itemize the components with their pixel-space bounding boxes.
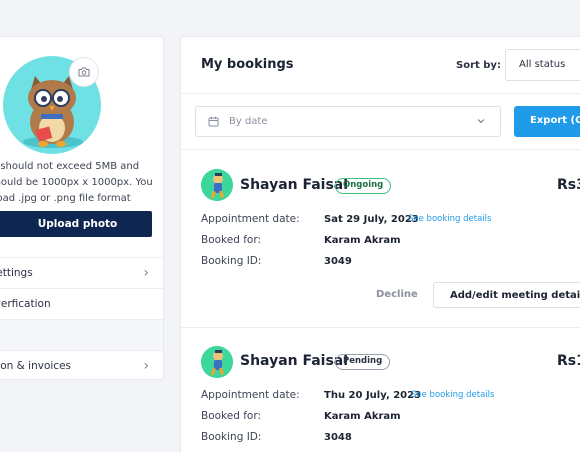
profile-menu: e settings › ty verfication ngs action &… [0, 257, 163, 379]
booking-id-label: Booking ID: [201, 255, 262, 267]
sort-label: Sort by: [456, 60, 501, 71]
page-title: My bookings [201, 57, 294, 72]
hint-line: oto should not exceed 5MB and [0, 161, 140, 172]
see-booking-details-link[interactable]: See booking details [411, 390, 494, 400]
chevron-down-icon [476, 116, 486, 126]
booked-for-label: Booked for: [201, 234, 262, 246]
booking-id-value: 3049 [324, 256, 352, 267]
date-filter-input[interactable]: By date [195, 106, 501, 137]
change-photo-button[interactable] [69, 57, 99, 87]
booking-card: Shayan Faisal Ongoing Rs3 Appointment da… [181, 149, 580, 327]
booking-id-value: 3048 [324, 432, 352, 443]
appointment-date-value: Thu 20 July, 2023 [324, 390, 422, 401]
booked-for-value: Karam Akram [324, 411, 401, 422]
status-badge: Ongoing [335, 178, 392, 194]
date-filter-placeholder: By date [229, 116, 268, 127]
bookings-panel: My bookings Sort by: All status By date … [180, 36, 580, 452]
menu-item-transactions[interactable]: action & invoices › [0, 350, 163, 379]
appointment-date-label: Appointment date: [201, 213, 300, 225]
appointment-date-value: Sat 29 July, 2023 [324, 214, 419, 225]
divider [181, 93, 580, 94]
appointment-date-label: Appointment date: [201, 389, 300, 401]
booking-id-label: Booking ID: [201, 431, 262, 443]
calendar-icon [208, 116, 219, 127]
menu-item-verification[interactable]: ty verfication [0, 288, 163, 319]
booking-price: Rs3 [557, 177, 580, 193]
add-edit-meeting-button[interactable]: Add/edit meeting details + [433, 282, 580, 308]
upload-photo-button[interactable]: Upload photo [0, 211, 152, 237]
chevron-right-icon: › [143, 265, 149, 281]
client-avatar [201, 169, 233, 201]
status-sort-select[interactable]: All status [505, 49, 580, 81]
booking-card: Shayan Faisal Pending Rs1 Appointment da… [181, 327, 580, 452]
menu-item-label: e settings [0, 267, 33, 279]
see-booking-details-link[interactable]: See booking details [408, 214, 491, 224]
menu-item-bookings[interactable]: ngs [0, 319, 163, 350]
meeting-button-label: Add/edit meeting details [450, 290, 580, 301]
hint-line: upload .jpg or .png file format [0, 193, 131, 204]
export-csv-button[interactable]: Export (CS [514, 106, 580, 137]
menu-item-label: action & invoices [0, 360, 72, 372]
hint-line: s should be 1000px x 1000px. You [0, 177, 153, 188]
chevron-right-icon: › [143, 358, 149, 374]
client-avatar [201, 346, 233, 378]
menu-item-settings[interactable]: e settings › [0, 257, 163, 288]
menu-item-label: ty verfication [0, 298, 51, 310]
booked-for-value: Karam Akram [324, 235, 401, 246]
status-badge: Pending [335, 354, 391, 370]
camera-icon [78, 67, 90, 77]
booking-price: Rs1 [557, 353, 580, 369]
booked-for-label: Booked for: [201, 410, 262, 422]
client-name: Shayan Faisal [240, 177, 349, 193]
decline-button[interactable]: Decline [376, 289, 418, 300]
profile-card: oto should not exceed 5MB and s should b… [0, 36, 164, 380]
client-name: Shayan Faisal [240, 353, 349, 369]
photo-requirements: oto should not exceed 5MB and s should b… [0, 159, 163, 207]
